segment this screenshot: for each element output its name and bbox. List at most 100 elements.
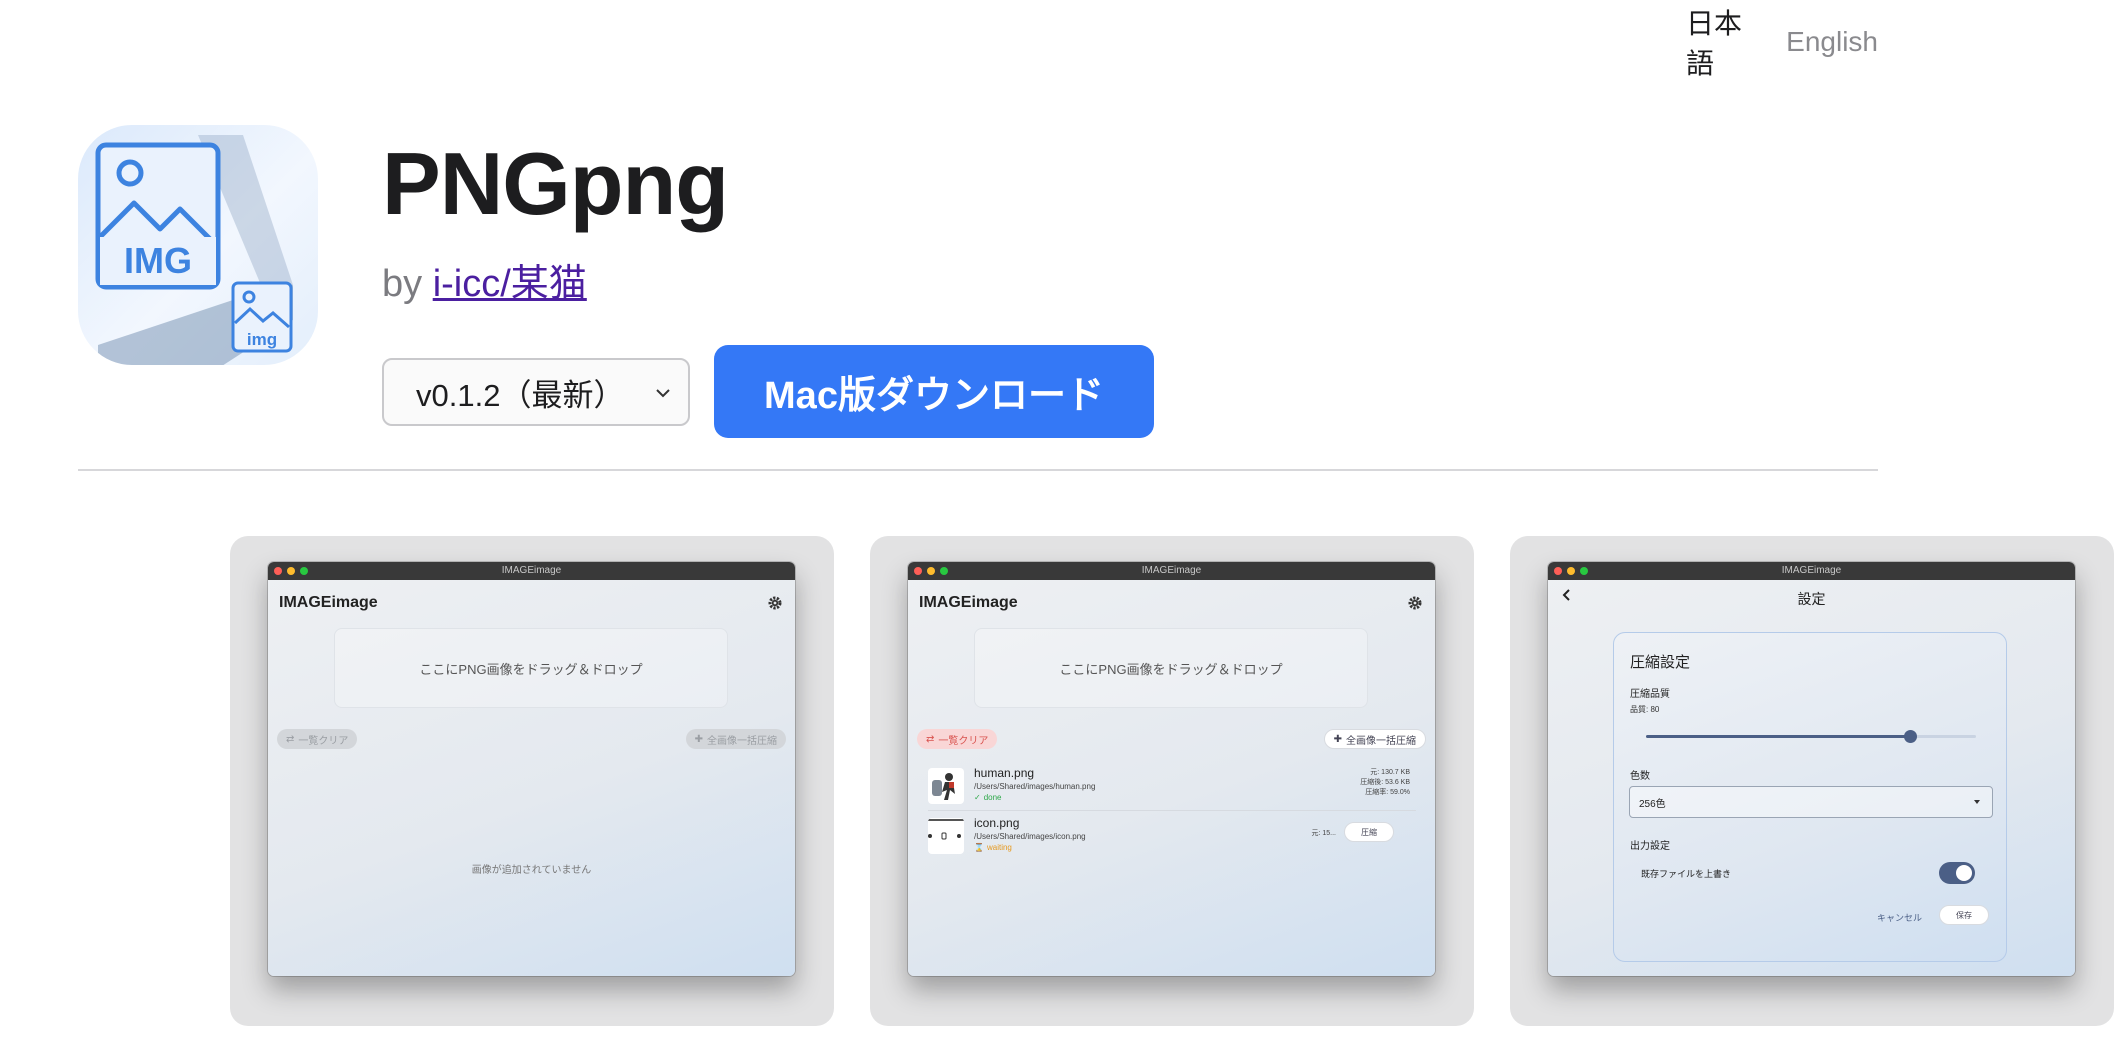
quality-slider-rest — [1910, 735, 1976, 738]
quality-value: 品質: 80 — [1630, 705, 1660, 714]
file-status-label: done — [983, 793, 1002, 802]
byline-prefix: by — [382, 263, 423, 305]
icon-thumbnail-icon — [928, 819, 964, 840]
check-circle-icon: ✓ — [974, 793, 981, 802]
original-size: 元: 130.7 KB — [1370, 769, 1410, 776]
clear-list-button: ⇄ 一覧クリア — [277, 729, 358, 749]
screenshot-card-empty[interactable]: IMAGEimage IMAGEimage ここにPNG画像をドラッグ＆ドロップ… — [230, 536, 834, 1026]
hourglass-icon: ⌛ — [974, 843, 984, 852]
app-window: IMAGEimage IMAGEimage ここにPNG画像をドラッグ＆ドロップ… — [268, 562, 795, 976]
clear-list-label: 一覧クリア — [938, 735, 989, 747]
screenshot-card-settings[interactable]: IMAGEimage 設定 圧縮設定 圧縮品質 品質: 80 色数 256色 出… — [1510, 536, 2114, 1026]
quality-slider-track — [1646, 735, 1910, 738]
window-titlebar: IMAGEimage — [1548, 562, 2075, 580]
app-window: IMAGEimage IMAGEimage ここにPNG画像をドラッグ＆ドロップ… — [908, 562, 1435, 976]
drop-zone: ここにPNG画像をドラッグ＆ドロップ — [334, 628, 728, 708]
app-heading: IMAGEimage — [279, 594, 378, 611]
compress-all-label: 全画像一括圧縮 — [1346, 735, 1416, 747]
app-window: IMAGEimage 設定 圧縮設定 圧縮品質 品質: 80 色数 256色 出… — [1548, 562, 2075, 976]
original-size: 元: 15... — [1311, 830, 1336, 837]
file-name: icon.png — [974, 816, 1020, 830]
overwrite-toggle — [1939, 862, 1975, 884]
colors-select-value: 256色 — [1639, 798, 1666, 810]
lang-japanese-link[interactable]: 日本語 — [1686, 2, 1762, 82]
app-heading: IMAGEimage — [919, 594, 1018, 611]
version-select-value: v0.1.2（最新） — [416, 377, 625, 413]
close-dot-icon — [914, 567, 922, 575]
file-name: human.png — [974, 766, 1035, 780]
file-path: /Users/Shared/images/human.png — [974, 782, 1096, 791]
file-status: ✓ done — [974, 793, 1002, 802]
file-path: /Users/Shared/images/icon.png — [974, 832, 1086, 841]
minimize-dot-icon — [287, 567, 295, 575]
quality-slider-thumb — [1904, 730, 1917, 743]
app-icon-graphic: IMG img — [95, 135, 293, 365]
window-controls — [914, 567, 948, 575]
language-switch: 日本語 English — [1686, 8, 1878, 79]
file-status: ⌛ waiting — [974, 843, 1012, 852]
file-row: human.png /Users/Shared/images/human.png… — [928, 762, 1416, 808]
caret-down-icon — [1974, 800, 1980, 804]
clear-icon: ⇄ — [286, 733, 295, 745]
file-thumbnail — [928, 818, 964, 854]
colors-label: 色数 — [1630, 771, 1650, 782]
window-titlebar: IMAGEimage — [908, 562, 1435, 580]
chevron-down-icon — [656, 389, 670, 398]
app-icon: IMG img — [78, 125, 318, 365]
file-row: icon.png /Users/Shared/images/icon.png ⌛… — [928, 812, 1416, 858]
compression-ratio: 圧縮率: 59.0% — [1365, 789, 1410, 796]
compress-all-label: 全画像一括圧縮 — [707, 735, 777, 747]
zoom-dot-icon — [1580, 567, 1588, 575]
compress-icon: ✚ — [1333, 733, 1342, 745]
author-link[interactable]: i-icc/某猫 — [433, 263, 587, 305]
clear-icon: ⇄ — [926, 733, 935, 745]
minimize-dot-icon — [927, 567, 935, 575]
save-button: 保存 — [1939, 905, 1989, 925]
svg-text:IMG: IMG — [124, 240, 192, 281]
window-title: IMAGEimage — [1781, 565, 1842, 576]
compress-all-button: ✚ 全画像一括圧縮 — [1323, 729, 1426, 749]
close-dot-icon — [1554, 567, 1562, 575]
empty-message: 画像が追加されていません — [471, 865, 592, 876]
compressed-size: 圧縮後: 53.6 KB — [1360, 779, 1410, 786]
file-status-label: waiting — [986, 843, 1012, 852]
zoom-dot-icon — [300, 567, 308, 575]
divider — [78, 469, 1878, 471]
window-controls — [1554, 567, 1588, 575]
file-thumbnail — [928, 768, 964, 804]
window-controls — [274, 567, 308, 575]
overwrite-label: 既存ファイルを上書き — [1641, 869, 1732, 879]
mac-download-button[interactable]: Mac版ダウンロード — [714, 345, 1154, 438]
app-title: PNGpng — [382, 134, 729, 233]
clear-list-label: 一覧クリア — [298, 735, 349, 747]
settings-title: 設定 — [1797, 591, 1826, 607]
version-select[interactable]: v0.1.2（最新） — [382, 358, 690, 426]
svg-text:img: img — [247, 330, 277, 349]
colors-select: 256色 — [1629, 786, 1993, 818]
drop-zone: ここにPNG画像をドラッグ＆ドロップ — [974, 628, 1368, 708]
window-titlebar: IMAGEimage — [268, 562, 795, 580]
compress-all-button: ✚ 全画像一括圧縮 — [685, 729, 786, 749]
row-divider — [928, 810, 1416, 811]
window-title: IMAGEimage — [501, 565, 562, 576]
clear-list-button: ⇄ 一覧クリア — [917, 729, 998, 749]
compression-section-title: 圧縮設定 — [1630, 654, 1691, 671]
compress-icon: ✚ — [694, 733, 703, 745]
compress-file-button: 圧縮 — [1344, 822, 1394, 842]
file-stats: 元: 130.7 KB 圧縮後: 53.6 KB 圧縮率: 59.0% — [1360, 768, 1410, 798]
byline: by i-icc/某猫 — [382, 261, 587, 307]
human-thumbnail-icon — [932, 773, 955, 800]
close-dot-icon — [274, 567, 282, 575]
cancel-button: キャンセル — [1877, 913, 1923, 923]
screenshot-card-list[interactable]: IMAGEimage IMAGEimage ここにPNG画像をドラッグ＆ドロップ… — [870, 536, 1474, 1026]
window-title: IMAGEimage — [1141, 565, 1202, 576]
zoom-dot-icon — [940, 567, 948, 575]
gear-icon — [768, 596, 782, 610]
toggle-knob — [1956, 865, 1972, 881]
gear-icon — [1408, 596, 1422, 610]
minimize-dot-icon — [1567, 567, 1575, 575]
quality-label: 圧縮品質 — [1630, 689, 1670, 700]
settings-card: 圧縮設定 圧縮品質 品質: 80 色数 256色 出力設定 既存ファイルを上書き… — [1613, 632, 2007, 962]
output-section-title: 出力設定 — [1630, 841, 1670, 852]
lang-english-link[interactable]: English — [1786, 26, 1878, 58]
